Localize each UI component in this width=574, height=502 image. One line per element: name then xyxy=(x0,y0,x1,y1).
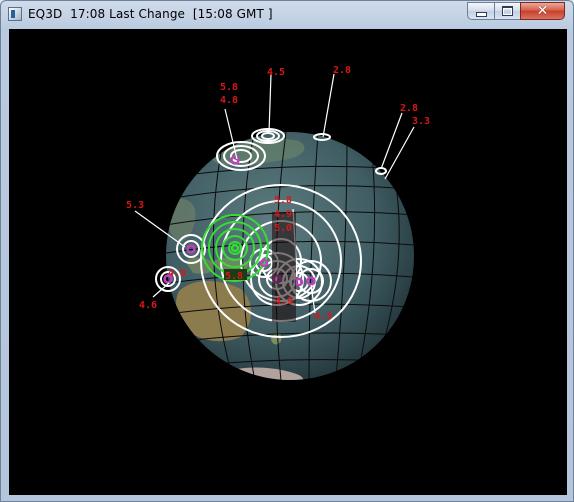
quake-label-latest[interactable]: 5.8 xyxy=(225,271,243,282)
globe-scene: 5.8 4.8 4.5 2.8 2.8 3.3 5.3 5.8 4.9 5.0 … xyxy=(126,65,430,380)
minimize-icon xyxy=(475,11,487,17)
quake-label[interactable]: 4.0 xyxy=(168,268,186,279)
quake-label[interactable]: 4.8 xyxy=(220,95,238,106)
quake-label[interactable]: 4.9 xyxy=(275,296,293,307)
quake-label[interactable]: 5.8 xyxy=(220,82,238,93)
minimize-button[interactable] xyxy=(467,2,494,20)
maximize-icon xyxy=(502,6,513,16)
globe-viewport[interactable]: 5.8 4.8 4.5 2.8 2.8 3.3 5.3 5.8 4.9 5.0 … xyxy=(9,29,567,495)
close-icon: ✕ xyxy=(536,3,549,19)
quake-label[interactable]: 2.8 xyxy=(333,65,351,76)
quake-label[interactable]: 4.6 xyxy=(139,300,157,311)
caption-buttons: ✕ xyxy=(467,2,565,21)
quake-label[interactable]: 5.0 xyxy=(274,223,292,234)
quake-label[interactable]: 4.9 xyxy=(274,209,292,220)
maximize-button[interactable] xyxy=(494,2,520,20)
title-bar[interactable]: EQ3D 17:08 Last Change [15:08 GMT ] ✕ xyxy=(1,1,573,29)
quake-label[interactable]: 2.8 xyxy=(400,103,418,114)
quake-label[interactable]: 3.3 xyxy=(412,116,430,127)
eq3d-app-icon[interactable] xyxy=(8,7,22,21)
quake-label[interactable]: 5.8 xyxy=(274,195,292,206)
quake-label[interactable]: 4.5 xyxy=(267,67,285,78)
eq3d-window: EQ3D 17:08 Last Change [15:08 GMT ] ✕ 5.… xyxy=(0,0,574,502)
close-button[interactable]: ✕ xyxy=(520,2,565,20)
quake-label[interactable]: 4.3 xyxy=(314,311,332,322)
landmass-australia xyxy=(175,281,252,342)
window-title: EQ3D 17:08 Last Change [15:08 GMT ] xyxy=(28,7,273,21)
quake-label[interactable]: 5.3 xyxy=(126,200,144,211)
